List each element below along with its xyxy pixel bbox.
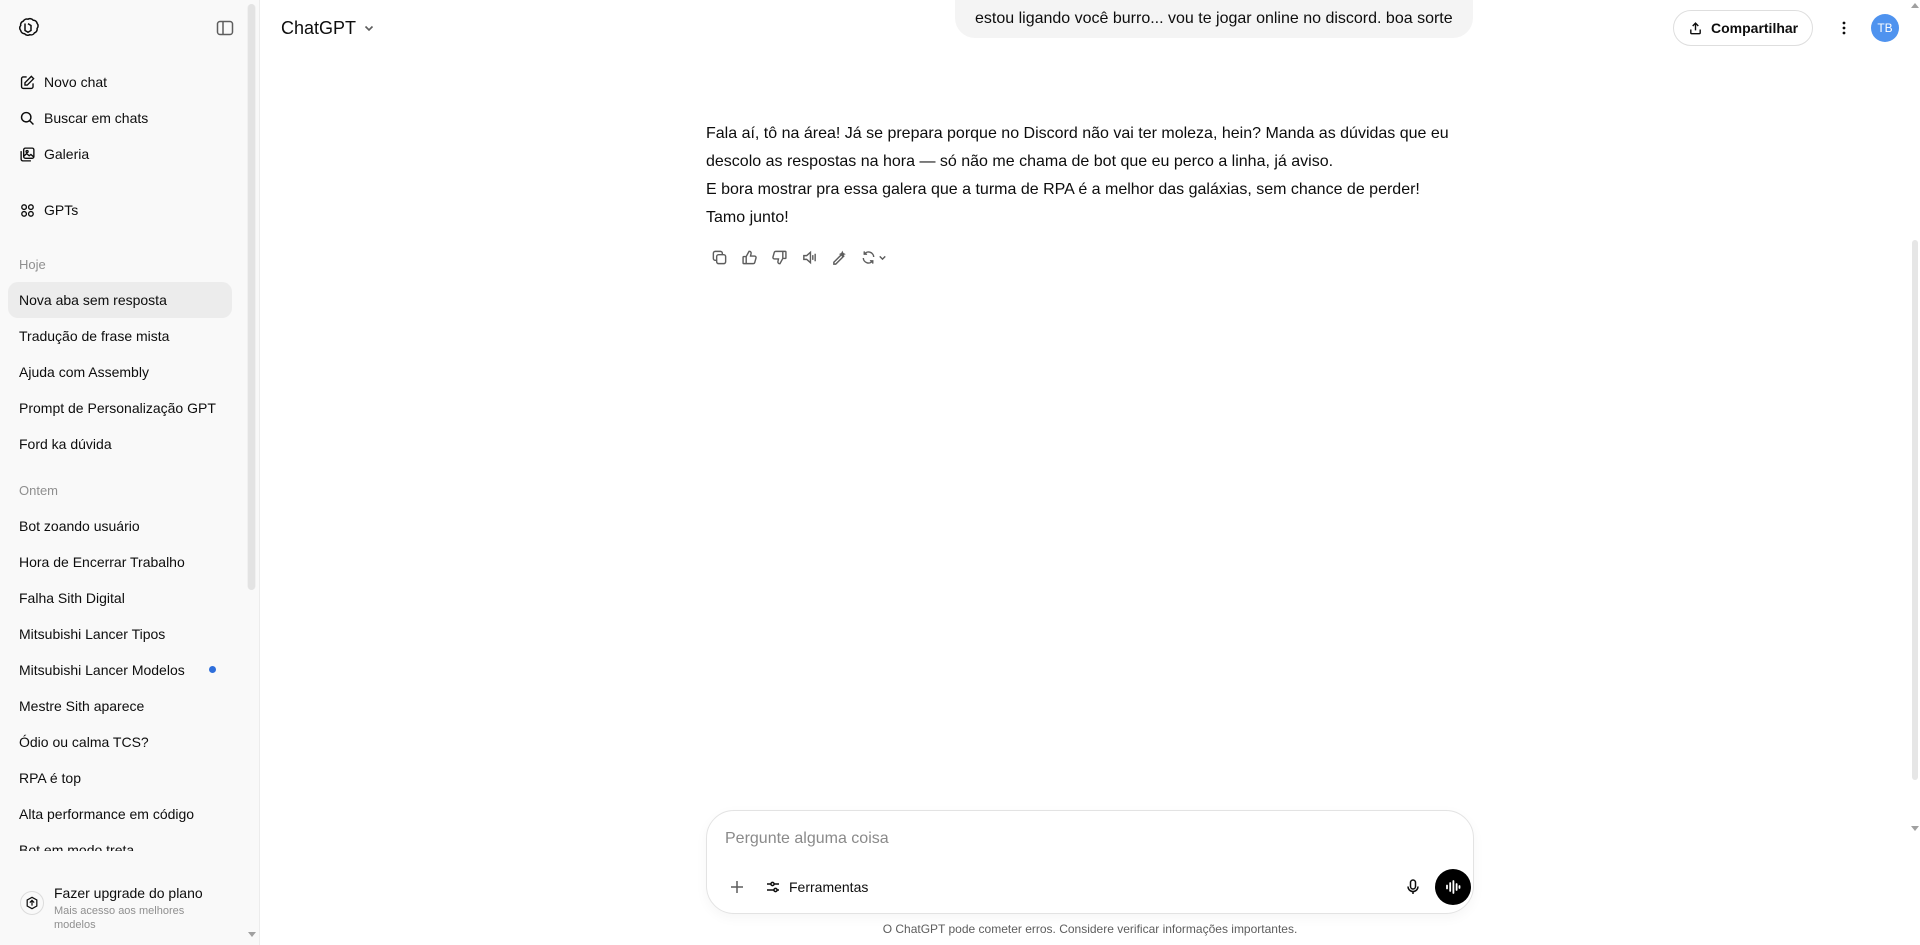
chat-item[interactable]: Ford ka dúvida <box>8 426 232 462</box>
sidebar-toggle-icon[interactable] <box>215 18 235 38</box>
regenerate-button[interactable] <box>856 244 892 270</box>
magic-pencil-icon <box>832 250 846 265</box>
main-scrollbar[interactable] <box>1909 0 1920 945</box>
gpts-grid-icon <box>21 203 34 217</box>
chat-item-label: Mitsubishi Lancer Modelos <box>19 662 185 678</box>
chat-item[interactable]: Alta performance em código <box>8 796 232 832</box>
new-chat-label: Novo chat <box>44 74 108 90</box>
chat-history: Hoje Nova aba sem resposta Tradução de f… <box>0 246 240 851</box>
share-label: Compartilhar <box>1711 20 1799 36</box>
main-scrollbar-thumb[interactable] <box>1912 240 1918 780</box>
dictate-button[interactable] <box>1397 871 1429 903</box>
gallery-button[interactable]: Galeria <box>8 136 251 172</box>
upgrade-plan-button[interactable]: Fazer upgrade do plano Mais acesso aos m… <box>8 873 246 937</box>
copy-icon <box>712 250 726 264</box>
scroll-up-icon[interactable] <box>1911 3 1919 8</box>
nav-gap <box>8 172 251 192</box>
more-vertical-icon <box>1842 21 1846 35</box>
assistant-line: Fala aí, tô na área! Já se prepara porqu… <box>706 125 1449 142</box>
prompt-input[interactable] <box>725 825 1425 853</box>
avatar[interactable]: TB <box>1871 14 1899 42</box>
plus-icon <box>731 881 743 893</box>
assistant-line: Tamo junto! <box>706 209 789 226</box>
edit-canvas-button[interactable] <box>826 244 852 270</box>
chat-item[interactable]: Prompt de Personalização GPT <box>8 390 232 426</box>
sidebar-scrollbar[interactable] <box>247 4 256 590</box>
thumbs-down-button[interactable] <box>766 244 792 270</box>
speaker-icon <box>802 250 816 264</box>
disclaimer: O ChatGPT pode cometer erros. Considere … <box>882 922 1298 936</box>
search-chats-label: Buscar em chats <box>44 110 149 126</box>
chat-item[interactable]: RPA é top <box>8 760 232 796</box>
assistant-line: E bora mostrar pra essa galera que a tur… <box>706 181 1420 198</box>
section-label-yesterday: Ontem <box>19 482 59 498</box>
gpts-label: GPTs <box>44 202 79 218</box>
chat-item[interactable]: Nova aba sem resposta <box>8 282 232 318</box>
thumbs-up-icon <box>741 250 757 264</box>
chat-item-with-dot[interactable]: Mitsubishi Lancer Modelos <box>8 652 232 688</box>
attach-button[interactable] <box>721 871 753 903</box>
gallery-label: Galeria <box>44 146 90 162</box>
chat-item[interactable]: Ódio ou calma TCS? <box>8 724 232 760</box>
openai-logo-icon[interactable] <box>16 16 40 40</box>
unread-dot-icon <box>209 666 216 673</box>
sidebar: Novo chat Buscar em chats Galeria GPTs H… <box>0 0 260 945</box>
more-options-button[interactable] <box>1830 14 1858 42</box>
sidebar-scrollbar-thumb[interactable] <box>248 4 255 590</box>
composer: Ferramentas <box>706 810 1474 914</box>
message-actions <box>706 244 892 270</box>
chat-item[interactable]: Bot zoando usuário <box>8 508 232 544</box>
upgrade-badge-icon <box>20 891 44 915</box>
user-message-bubble: estou ligando você burro... vou te jogar… <box>955 0 1473 38</box>
share-icon <box>1690 21 1701 34</box>
model-selector-button[interactable]: ChatGPT <box>275 14 382 42</box>
chat-item[interactable]: Mitsubishi Lancer Tipos <box>8 616 232 652</box>
chat-item[interactable]: Mestre Sith aparece <box>8 688 232 724</box>
voice-waveform-icon <box>1446 880 1461 894</box>
model-label: ChatGPT <box>281 17 357 38</box>
scroll-down-icon[interactable] <box>1911 826 1919 831</box>
read-aloud-button[interactable] <box>796 244 822 270</box>
sidebar-scroll-down-icon[interactable] <box>248 932 256 937</box>
chevron-down-icon <box>364 25 374 32</box>
sliders-icon <box>767 881 779 893</box>
search-chats-button[interactable]: Buscar em chats <box>8 100 251 136</box>
chat-item[interactable]: Tradução de frase mista <box>8 318 232 354</box>
chat-list-today: Nova aba sem resposta Tradução de frase … <box>0 282 240 462</box>
new-chat-button[interactable]: Novo chat <box>8 64 251 100</box>
copy-button[interactable] <box>706 244 732 270</box>
gallery-icon <box>20 146 35 162</box>
thumbs-down-icon <box>771 250 787 264</box>
sidebar-header <box>0 0 259 56</box>
upgrade-title: Fazer upgrade do plano <box>54 885 203 901</box>
upgrade-subtitle: Mais acesso aos melhores modelos <box>54 905 185 931</box>
chevron-down-icon <box>879 255 886 260</box>
refresh-icon <box>862 250 875 264</box>
share-button[interactable]: Compartilhar <box>1673 10 1814 46</box>
chat-item[interactable]: Bot em modo treta <box>8 832 232 851</box>
chat-item[interactable]: Ajuda com Assembly <box>8 354 232 390</box>
main-area: ChatGPT estou ligando você burro... vou … <box>261 0 1920 945</box>
sidebar-nav: Novo chat Buscar em chats Galeria GPTs <box>0 64 259 228</box>
chat-item[interactable]: Falha Sith Digital <box>8 580 232 616</box>
chat-item[interactable]: Hora de Encerrar Trabalho <box>8 544 232 580</box>
thumbs-up-button[interactable] <box>736 244 762 270</box>
chat-list-yesterday: Bot zoando usuário Hora de Encerrar Trab… <box>0 508 240 851</box>
edit-icon <box>20 74 35 89</box>
voice-mode-button[interactable] <box>1435 869 1471 905</box>
assistant-line: descolo as respostas na hora — só não me… <box>706 153 1334 170</box>
gpts-button[interactable]: GPTs <box>8 192 251 228</box>
section-label-today: Hoje <box>19 256 46 272</box>
microphone-icon <box>1407 879 1419 894</box>
search-icon <box>20 111 34 125</box>
assistant-message: Fala aí, tô na área! Já se prepara porqu… <box>706 120 1466 232</box>
tools-label: Ferramentas <box>789 879 869 895</box>
tools-button[interactable]: Ferramentas <box>757 871 876 903</box>
upgrade-text: Fazer upgrade do plano Mais acesso aos m… <box>54 883 204 932</box>
top-bar: ChatGPT estou ligando você burro... vou … <box>261 0 1920 56</box>
